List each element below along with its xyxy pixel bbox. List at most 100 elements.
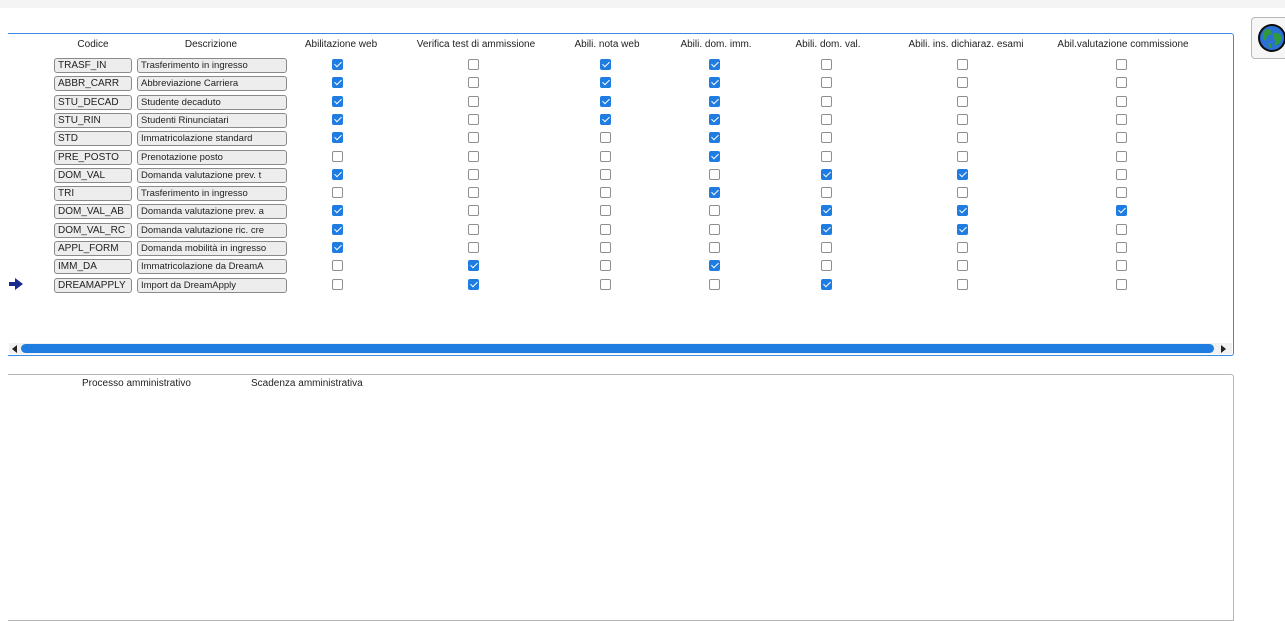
checkbox[interactable] <box>600 96 611 107</box>
checkbox[interactable] <box>468 151 479 162</box>
checkbox[interactable] <box>957 187 968 198</box>
description-field[interactable]: Domanda valutazione prev. a <box>137 204 287 219</box>
checkbox[interactable] <box>600 114 611 125</box>
checkbox[interactable] <box>1116 260 1127 271</box>
checkbox[interactable] <box>332 77 343 88</box>
checkbox[interactable] <box>600 205 611 216</box>
checkbox[interactable] <box>1116 114 1127 125</box>
checkbox[interactable] <box>600 132 611 143</box>
checkbox[interactable] <box>1116 96 1127 107</box>
checkbox[interactable] <box>468 242 479 253</box>
checkbox[interactable] <box>1116 279 1127 290</box>
code-field[interactable]: DOM_VAL_AB <box>54 204 132 219</box>
checkbox[interactable] <box>709 187 720 198</box>
code-field[interactable]: STU_RIN <box>54 113 132 128</box>
code-field[interactable]: DOM_VAL <box>54 168 132 183</box>
checkbox[interactable] <box>957 242 968 253</box>
code-field[interactable]: STD <box>54 131 132 146</box>
checkbox[interactable] <box>468 114 479 125</box>
description-field[interactable]: Trasferimento in ingresso <box>137 186 287 201</box>
checkbox[interactable] <box>957 77 968 88</box>
checkbox[interactable] <box>600 279 611 290</box>
description-field[interactable]: Import da DreamApply <box>137 278 287 293</box>
checkbox[interactable] <box>332 96 343 107</box>
checkbox[interactable] <box>709 169 720 180</box>
checkbox[interactable] <box>821 260 832 271</box>
checkbox[interactable] <box>709 242 720 253</box>
checkbox[interactable] <box>957 169 968 180</box>
code-field[interactable]: STU_DECAD <box>54 95 132 110</box>
code-field[interactable]: ABBR_CARR <box>54 76 132 91</box>
checkbox[interactable] <box>468 187 479 198</box>
checkbox[interactable] <box>709 151 720 162</box>
code-field[interactable]: TRI <box>54 186 132 201</box>
code-field[interactable]: DOM_VAL_RC <box>54 223 132 238</box>
checkbox[interactable] <box>1116 224 1127 235</box>
code-field[interactable]: TRASF_IN <box>54 58 132 73</box>
checkbox[interactable] <box>1116 169 1127 180</box>
checkbox[interactable] <box>1116 77 1127 88</box>
checkbox[interactable] <box>600 242 611 253</box>
code-field[interactable]: DREAMAPPLY <box>54 278 132 293</box>
checkbox[interactable] <box>957 205 968 216</box>
checkbox[interactable] <box>468 77 479 88</box>
checkbox[interactable] <box>600 260 611 271</box>
description-field[interactable]: Domanda valutazione ric. cre <box>137 223 287 238</box>
checkbox[interactable] <box>468 279 479 290</box>
horizontal-scrollbar[interactable] <box>9 343 1232 354</box>
checkbox[interactable] <box>821 114 832 125</box>
checkbox[interactable] <box>332 224 343 235</box>
checkbox[interactable] <box>468 59 479 70</box>
checkbox[interactable] <box>957 151 968 162</box>
checkbox[interactable] <box>468 132 479 143</box>
checkbox[interactable] <box>821 169 832 180</box>
checkbox[interactable] <box>468 96 479 107</box>
checkbox[interactable] <box>821 242 832 253</box>
code-field[interactable]: IMM_DA <box>54 259 132 274</box>
checkbox[interactable] <box>709 205 720 216</box>
checkbox[interactable] <box>332 132 343 143</box>
description-field[interactable]: Immatricolazione da DreamA <box>137 259 287 274</box>
checkbox[interactable] <box>957 260 968 271</box>
checkbox[interactable] <box>468 224 479 235</box>
checkbox[interactable] <box>332 260 343 271</box>
checkbox[interactable] <box>332 169 343 180</box>
checkbox[interactable] <box>1116 59 1127 70</box>
checkbox[interactable] <box>332 59 343 70</box>
description-field[interactable]: Trasferimento in ingresso <box>137 58 287 73</box>
checkbox[interactable] <box>332 205 343 216</box>
checkbox[interactable] <box>709 96 720 107</box>
description-field[interactable]: Studente decaduto <box>137 95 287 110</box>
checkbox[interactable] <box>332 114 343 125</box>
checkbox[interactable] <box>600 169 611 180</box>
checkbox[interactable] <box>821 205 832 216</box>
checkbox[interactable] <box>600 151 611 162</box>
checkbox[interactable] <box>957 96 968 107</box>
description-field[interactable]: Domanda mobilità in ingresso <box>137 241 287 256</box>
checkbox[interactable] <box>1116 132 1127 143</box>
checkbox[interactable] <box>600 187 611 198</box>
checkbox[interactable] <box>957 59 968 70</box>
checkbox[interactable] <box>957 279 968 290</box>
checkbox[interactable] <box>468 260 479 271</box>
code-field[interactable]: PRE_POSTO <box>54 150 132 165</box>
checkbox[interactable] <box>821 151 832 162</box>
description-field[interactable]: Immatricolazione standard <box>137 131 287 146</box>
checkbox[interactable] <box>709 224 720 235</box>
checkbox[interactable] <box>468 205 479 216</box>
checkbox[interactable] <box>709 114 720 125</box>
globe-button[interactable] <box>1251 17 1285 59</box>
scroll-right-icon[interactable] <box>1221 345 1226 353</box>
checkbox[interactable] <box>332 279 343 290</box>
checkbox[interactable] <box>821 224 832 235</box>
checkbox[interactable] <box>709 132 720 143</box>
code-field[interactable]: APPL_FORM <box>54 241 132 256</box>
checkbox[interactable] <box>709 260 720 271</box>
checkbox[interactable] <box>957 224 968 235</box>
checkbox[interactable] <box>709 279 720 290</box>
checkbox[interactable] <box>821 132 832 143</box>
checkbox[interactable] <box>1116 205 1127 216</box>
checkbox[interactable] <box>1116 242 1127 253</box>
checkbox[interactable] <box>600 77 611 88</box>
checkbox[interactable] <box>821 96 832 107</box>
